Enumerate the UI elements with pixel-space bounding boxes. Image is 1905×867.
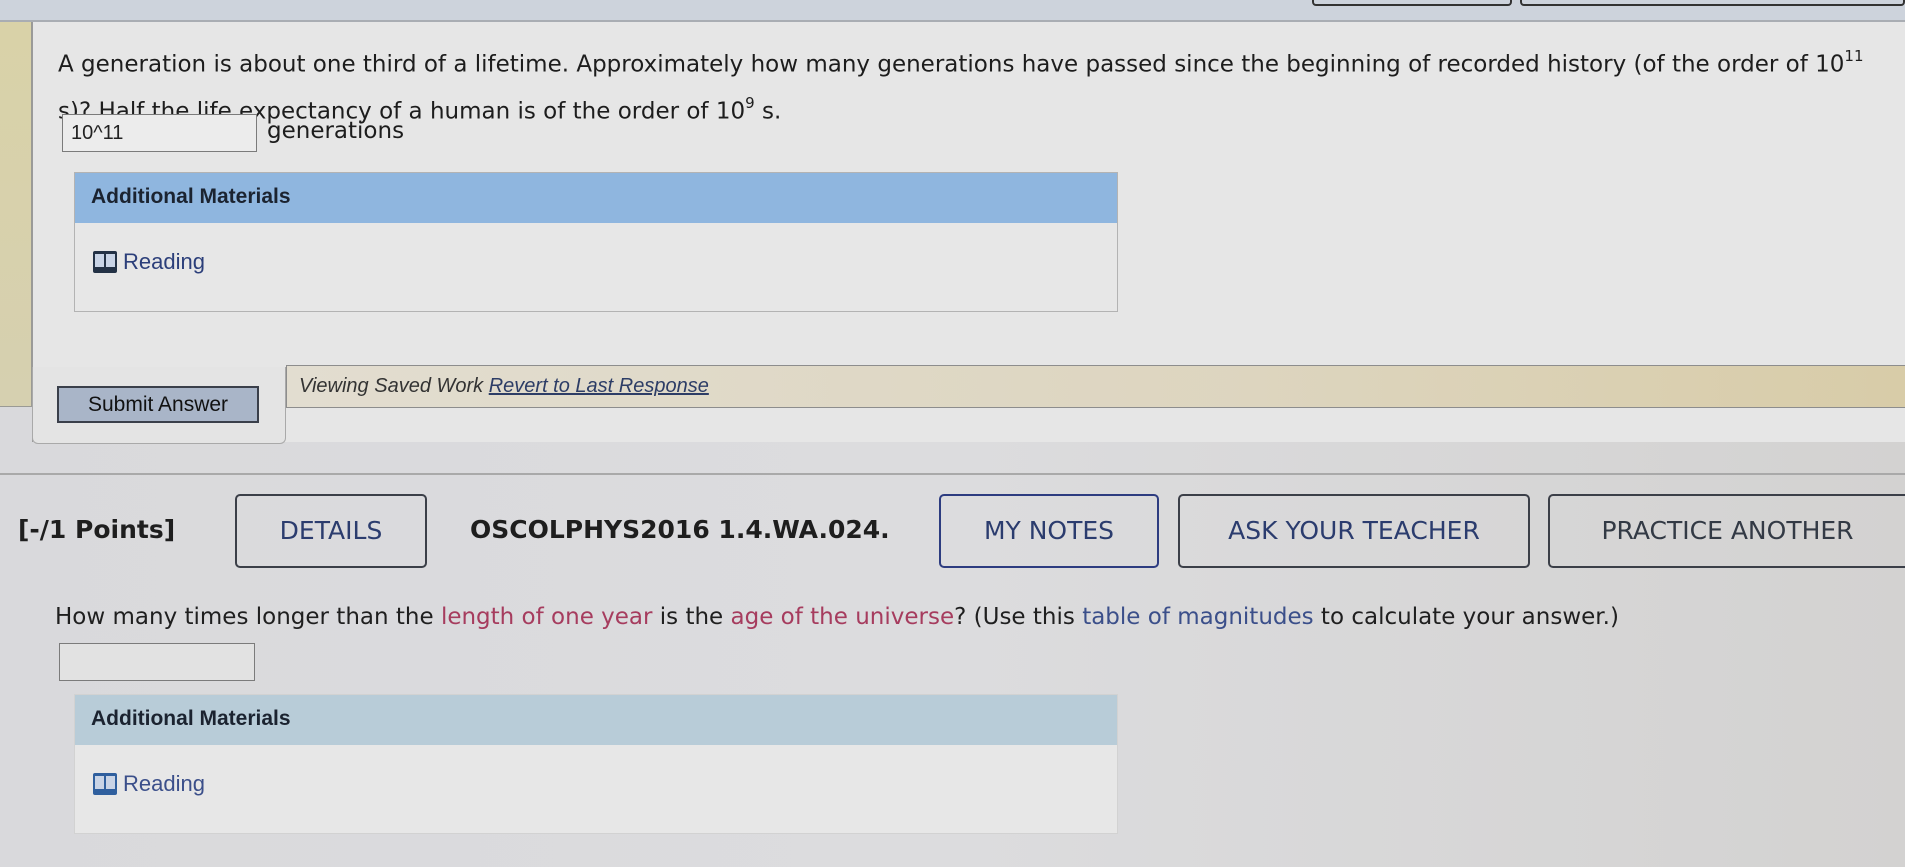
ask-your-teacher-button[interactable]: ASK YOUR TEACHER	[1178, 494, 1530, 568]
age-of-universe-link[interactable]: age of the universe	[731, 604, 955, 630]
reading-label: Reading	[123, 771, 205, 796]
question-code: OSCOLPHYS2016 1.4.WA.024.	[470, 515, 890, 544]
exponent: 11	[1844, 47, 1864, 65]
additional-materials-panel: Additional Materials Reading	[74, 694, 1118, 834]
reading-label: Reading	[123, 249, 205, 274]
reading-link[interactable]: Reading	[93, 249, 205, 275]
points-label: [-/1 Points]	[18, 515, 176, 544]
question2-answer-input[interactable]	[59, 643, 255, 681]
my-notes-button[interactable]: MY NOTES	[939, 494, 1159, 568]
question2-text: How many times longer than the length of…	[55, 604, 1619, 630]
reading-link[interactable]: Reading	[93, 771, 205, 797]
question-divider	[0, 473, 1905, 475]
question-status-strip	[0, 22, 32, 407]
saved-work-banner: Viewing Saved Work Revert to Last Respon…	[286, 365, 1905, 408]
saved-work-status: Viewing Saved Work	[299, 375, 489, 397]
practice-another-button[interactable]: PRACTICE ANOTHER	[1548, 494, 1905, 568]
previous-toolbar-button[interactable]	[1520, 0, 1905, 6]
book-icon	[93, 251, 117, 273]
exponent: 9	[745, 93, 755, 112]
question1-answer-input[interactable]: 10^11	[62, 114, 257, 152]
revert-to-last-response-link[interactable]: Revert to Last Response	[489, 375, 709, 397]
details-button[interactable]: DETAILS	[235, 494, 427, 568]
additional-materials-panel: Additional Materials Reading	[74, 172, 1118, 312]
previous-toolbar-button[interactable]	[1312, 0, 1512, 6]
table-of-magnitudes-link[interactable]: table of magnitudes	[1082, 604, 1313, 630]
additional-materials-header: Additional Materials	[75, 173, 1117, 223]
length-of-one-year-link[interactable]: length of one year	[441, 604, 653, 630]
additional-materials-header: Additional Materials	[75, 695, 1117, 745]
question1-unit-label: generations	[267, 118, 405, 144]
book-icon	[93, 773, 117, 795]
previous-toolbar-strip	[0, 0, 1905, 22]
submit-answer-button[interactable]: Submit Answer	[57, 386, 259, 423]
